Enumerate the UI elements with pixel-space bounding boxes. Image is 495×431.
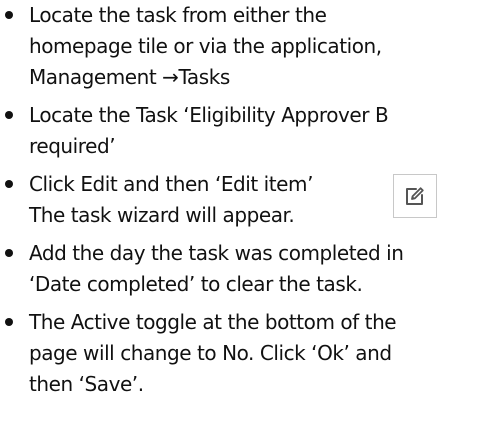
step-text: ‘Date completed’ to clear the task. — [29, 272, 363, 296]
list-item-locate-task: Locate the task from either the homepage… — [0, 0, 495, 93]
step-text: Management →Tasks — [29, 65, 230, 89]
step-text: Locate the Task ‘Eligibility Approver B — [29, 103, 389, 127]
list-item-active-toggle: The Active toggle at the bottom of the p… — [0, 307, 495, 400]
step-text: page will change to No. Click ‘Ok’ and — [29, 341, 392, 365]
bullet-icon — [5, 11, 13, 19]
bullet-icon — [5, 111, 13, 119]
step-text: homepage tile or via the application, — [29, 34, 382, 58]
step-text: The Active toggle at the bottom of the — [29, 310, 397, 334]
step-text: Locate the task from either the — [29, 3, 327, 27]
bullet-icon — [5, 180, 13, 188]
step-text: Add the day the task was completed in — [29, 241, 404, 265]
edit-icon — [393, 174, 437, 218]
edit-icon-glyph — [406, 187, 424, 205]
bullet-icon — [5, 249, 13, 257]
bullet-icon — [5, 318, 13, 326]
step-text: then ‘Save’. — [29, 372, 144, 396]
list-item-add-date: Add the day the task was completed in ‘D… — [0, 238, 495, 300]
list-item-locate-eligibility-task: Locate the Task ‘Eligibility Approver B … — [0, 100, 495, 162]
step-text: required’ — [29, 134, 116, 158]
instruction-list: Locate the task from either the homepage… — [0, 0, 495, 400]
instruction-document: Locate the task from either the homepage… — [0, 0, 495, 407]
list-item-click-edit: Click Edit and then ‘Edit item’ The task… — [0, 169, 495, 231]
